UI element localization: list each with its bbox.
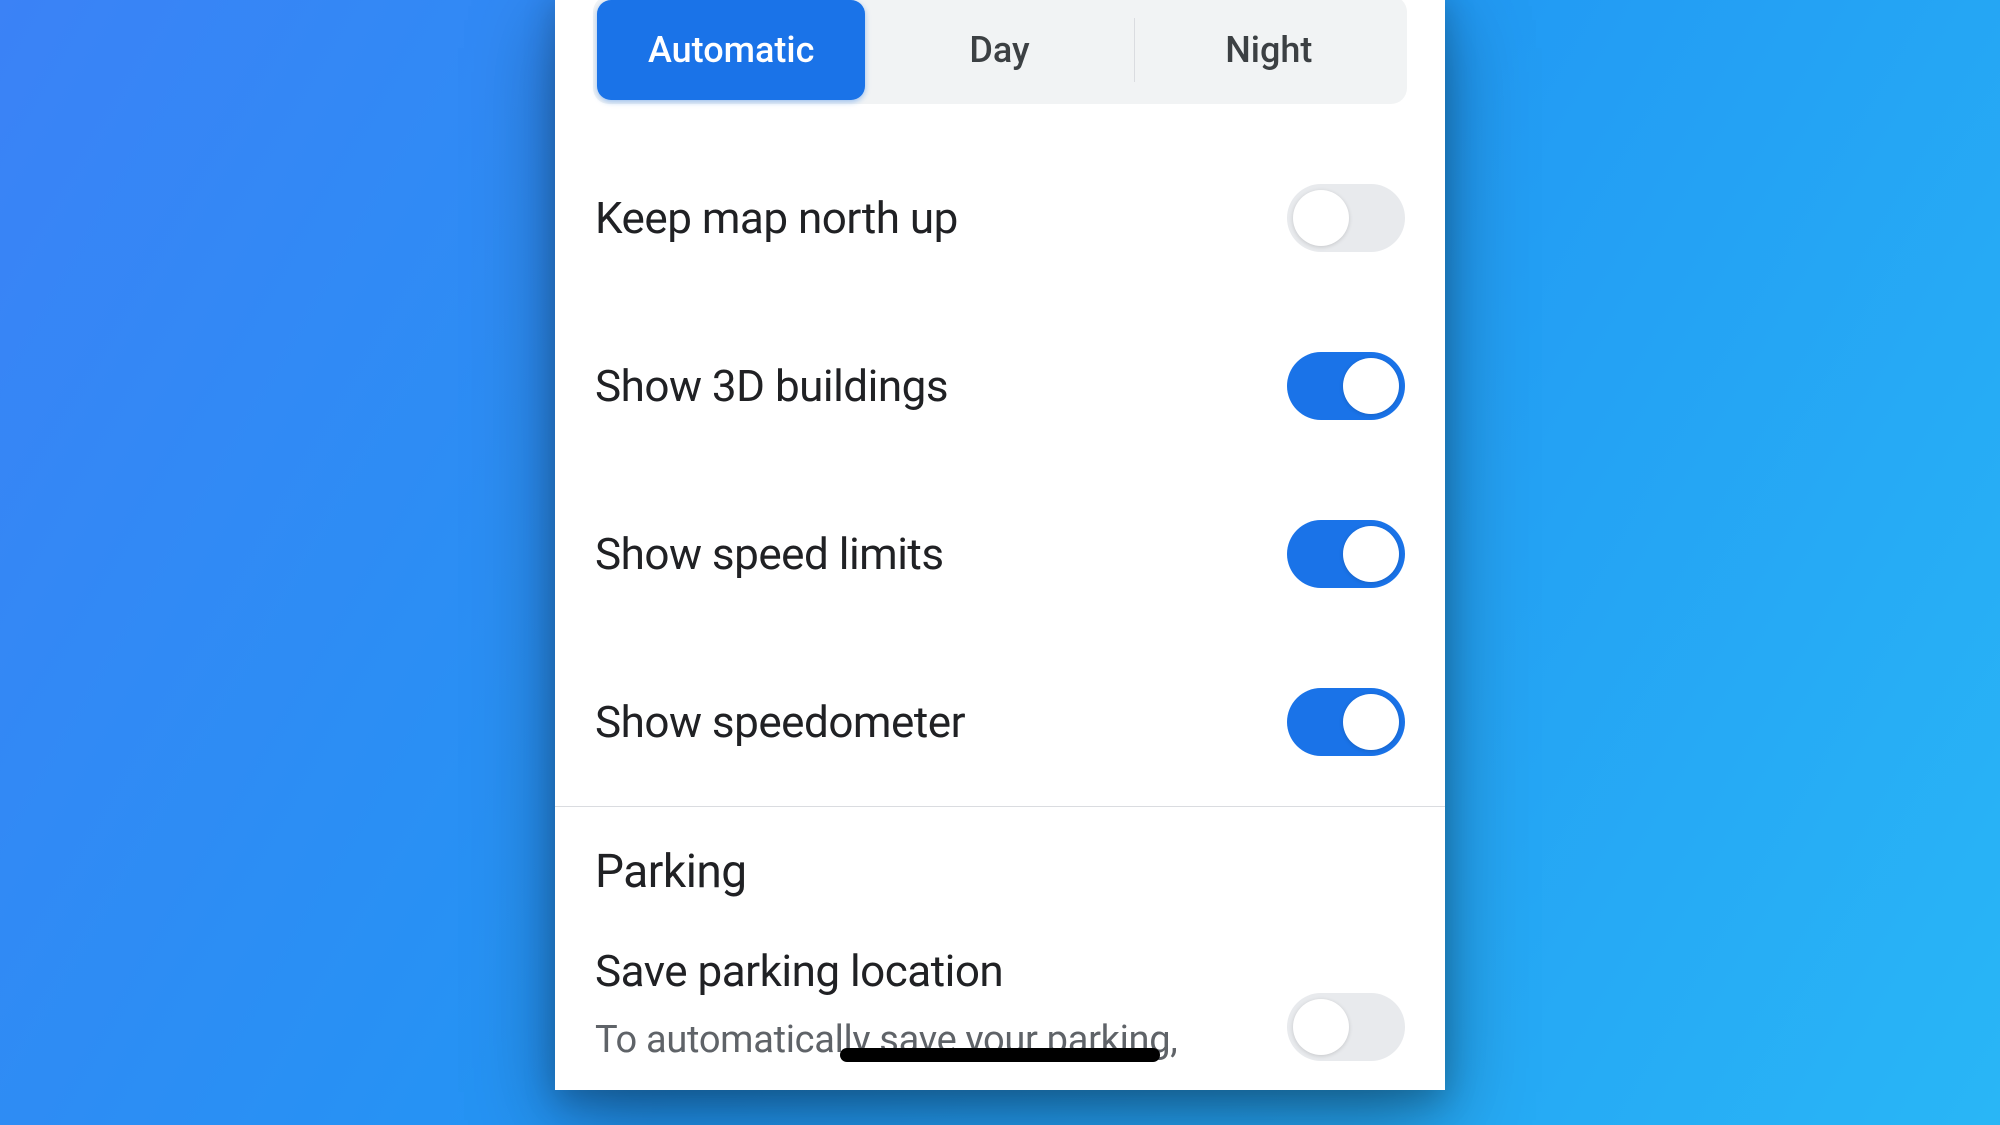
tab-night[interactable]: Night: [1135, 0, 1403, 100]
setting-label: Show speed limits: [595, 528, 944, 580]
color-scheme-tabs: Automatic Day Night: [593, 0, 1407, 104]
toggle-keep-north-up[interactable]: [1287, 184, 1405, 252]
settings-panel: Automatic Day Night Keep map north up Sh…: [555, 0, 1445, 1090]
tab-day[interactable]: Day: [865, 0, 1133, 100]
setting-speedometer[interactable]: Show speedometer: [595, 638, 1405, 806]
toggle-3d-buildings[interactable]: [1287, 352, 1405, 420]
setting-keep-north-up[interactable]: Keep map north up: [595, 134, 1405, 302]
home-indicator[interactable]: [840, 1048, 1160, 1062]
toggle-save-parking[interactable]: [1287, 993, 1405, 1061]
toggle-knob: [1293, 999, 1349, 1055]
tab-automatic[interactable]: Automatic: [597, 0, 865, 100]
toggle-speed-limits[interactable]: [1287, 520, 1405, 588]
tab-night-label: Night: [1225, 29, 1312, 71]
setting-speed-limits[interactable]: Show speed limits: [595, 470, 1405, 638]
section-parking-header: Parking: [595, 807, 1405, 927]
tab-day-label: Day: [969, 29, 1029, 71]
setting-3d-buildings[interactable]: Show 3D buildings: [595, 302, 1405, 470]
toggle-speedometer[interactable]: [1287, 688, 1405, 756]
setting-label: Keep map north up: [595, 192, 958, 244]
settings-list: Keep map north up Show 3D buildings Show…: [555, 134, 1445, 1066]
tab-automatic-label: Automatic: [648, 29, 814, 71]
setting-label: Show 3D buildings: [595, 360, 948, 412]
setting-label: Save parking location: [595, 945, 1267, 997]
toggle-knob: [1343, 526, 1399, 582]
setting-save-parking[interactable]: Save parking location To automatically s…: [595, 927, 1405, 1066]
toggle-knob: [1343, 358, 1399, 414]
toggle-knob: [1293, 190, 1349, 246]
toggle-knob: [1343, 694, 1399, 750]
setting-label: Show speedometer: [595, 696, 965, 748]
